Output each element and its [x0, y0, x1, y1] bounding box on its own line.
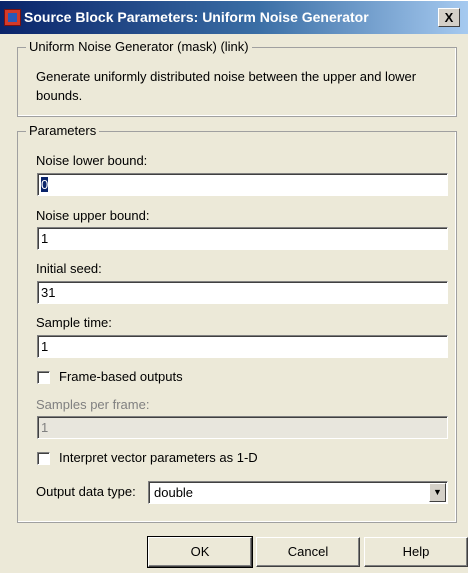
ok-button[interactable]: OK [147, 536, 253, 568]
close-button[interactable]: X [438, 8, 460, 27]
samples-per-frame-label: Samples per frame: [36, 397, 150, 412]
noise-upper-bound-input[interactable]: 1 [37, 227, 448, 250]
sample-time-input[interactable]: 1 [37, 335, 448, 358]
interpret-1d-label[interactable]: Interpret vector parameters as 1-D [59, 450, 258, 465]
mask-description: Generate uniformly distributed noise bet… [36, 69, 417, 103]
output-data-type-label: Output data type: [36, 484, 136, 499]
interpret-1d-checkbox[interactable] [37, 452, 50, 465]
sample-time-label: Sample time: [36, 315, 112, 330]
noise-lower-bound-value: 0 [41, 177, 49, 192]
window-title: Source Block Parameters: Uniform Noise G… [24, 9, 369, 25]
help-button[interactable]: Help [364, 537, 468, 567]
simulink-app-icon [4, 9, 21, 26]
parameters-group-legend: Parameters [26, 123, 100, 138]
title-bar[interactable]: Source Block Parameters: Uniform Noise G… [0, 0, 468, 34]
frame-based-outputs-checkbox[interactable] [37, 371, 50, 384]
initial-seed-input[interactable]: 31 [37, 281, 448, 304]
samples-per-frame-input[interactable]: 1 [37, 416, 448, 439]
noise-lower-bound-input[interactable]: 0 [37, 173, 448, 196]
mask-group-legend: Uniform Noise Generator (mask) (link) [26, 39, 252, 54]
dropdown-arrow-icon[interactable]: ▼ [429, 483, 446, 502]
cancel-button[interactable]: Cancel [256, 537, 360, 567]
frame-based-outputs-label[interactable]: Frame-based outputs [59, 369, 183, 384]
noise-lower-bound-label: Noise lower bound: [36, 153, 148, 168]
initial-seed-label: Initial seed: [36, 261, 102, 276]
noise-upper-bound-label: Noise upper bound: [36, 208, 150, 223]
output-data-type-value: double [154, 485, 194, 500]
output-data-type-select[interactable]: double ▼ [148, 481, 448, 504]
